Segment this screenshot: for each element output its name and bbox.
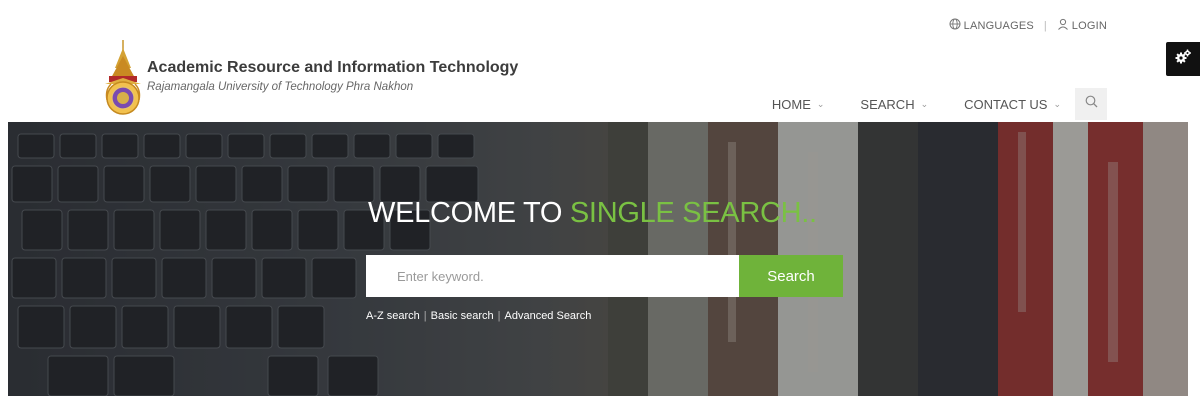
nav-item-label: SEARCH bbox=[860, 96, 915, 112]
nav-item-home[interactable]: HOME ⌄ bbox=[772, 97, 825, 112]
keyword-search-input[interactable] bbox=[366, 255, 739, 297]
brand-text: Academic Resource and Information Techno… bbox=[147, 59, 518, 93]
top-utility-bar: LANGUAGES | LOGIN bbox=[949, 18, 1107, 33]
brand-title: Academic Resource and Information Techno… bbox=[147, 59, 519, 76]
nav-item-contact-us[interactable]: CONTACT US ⌄ bbox=[964, 97, 1061, 112]
search-button[interactable]: Search bbox=[739, 255, 843, 297]
languages-link[interactable]: LANGUAGES bbox=[949, 18, 1034, 33]
hero-banner: WELCOME TO SINGLE SEARCH.. Search A-Z se… bbox=[8, 122, 1188, 396]
user-icon bbox=[1057, 18, 1069, 33]
login-label: LOGIN bbox=[1071, 19, 1107, 32]
languages-label: LANGUAGES bbox=[963, 19, 1034, 32]
nav-search-button[interactable] bbox=[1075, 88, 1107, 120]
gears-icon bbox=[1174, 48, 1192, 71]
link-separator: | bbox=[423, 310, 427, 322]
chevron-down-icon: ⌄ bbox=[920, 98, 929, 109]
hero-search-form: Search bbox=[366, 255, 843, 297]
hero-heading: WELCOME TO SINGLE SEARCH.. bbox=[368, 197, 817, 230]
advanced-search-link[interactable]: Advanced Search bbox=[505, 310, 592, 322]
brand[interactable]: Academic Resource and Information Techno… bbox=[101, 38, 518, 118]
nav-item-search[interactable]: SEARCH ⌄ bbox=[860, 97, 928, 112]
globe-icon bbox=[949, 18, 961, 33]
search-icon bbox=[1085, 95, 1098, 113]
settings-tab[interactable] bbox=[1166, 42, 1200, 76]
topbar-separator: | bbox=[1043, 19, 1047, 32]
nav-item-label: HOME bbox=[771, 96, 811, 112]
main-nav: HOME ⌄ SEARCH ⌄ CONTACT US ⌄ bbox=[772, 88, 1107, 120]
hero-heading-prefix: WELCOME TO bbox=[368, 197, 570, 229]
login-link[interactable]: LOGIN bbox=[1057, 18, 1107, 33]
chevron-down-icon: ⌄ bbox=[816, 98, 825, 109]
search-mode-links: A-Z search | Basic search | Advanced Sea… bbox=[366, 310, 591, 322]
university-logo-icon bbox=[101, 38, 145, 118]
hero-heading-accent: SINGLE SEARCH.. bbox=[569, 197, 817, 229]
nav-item-label: CONTACT US bbox=[964, 96, 1048, 112]
chevron-down-icon: ⌄ bbox=[1053, 98, 1061, 109]
basic-search-link[interactable]: Basic search bbox=[431, 310, 494, 322]
brand-subtitle: Rajamangala University of Technology Phr… bbox=[147, 81, 414, 93]
link-separator: | bbox=[497, 310, 501, 322]
az-search-link[interactable]: A-Z search bbox=[366, 310, 420, 322]
